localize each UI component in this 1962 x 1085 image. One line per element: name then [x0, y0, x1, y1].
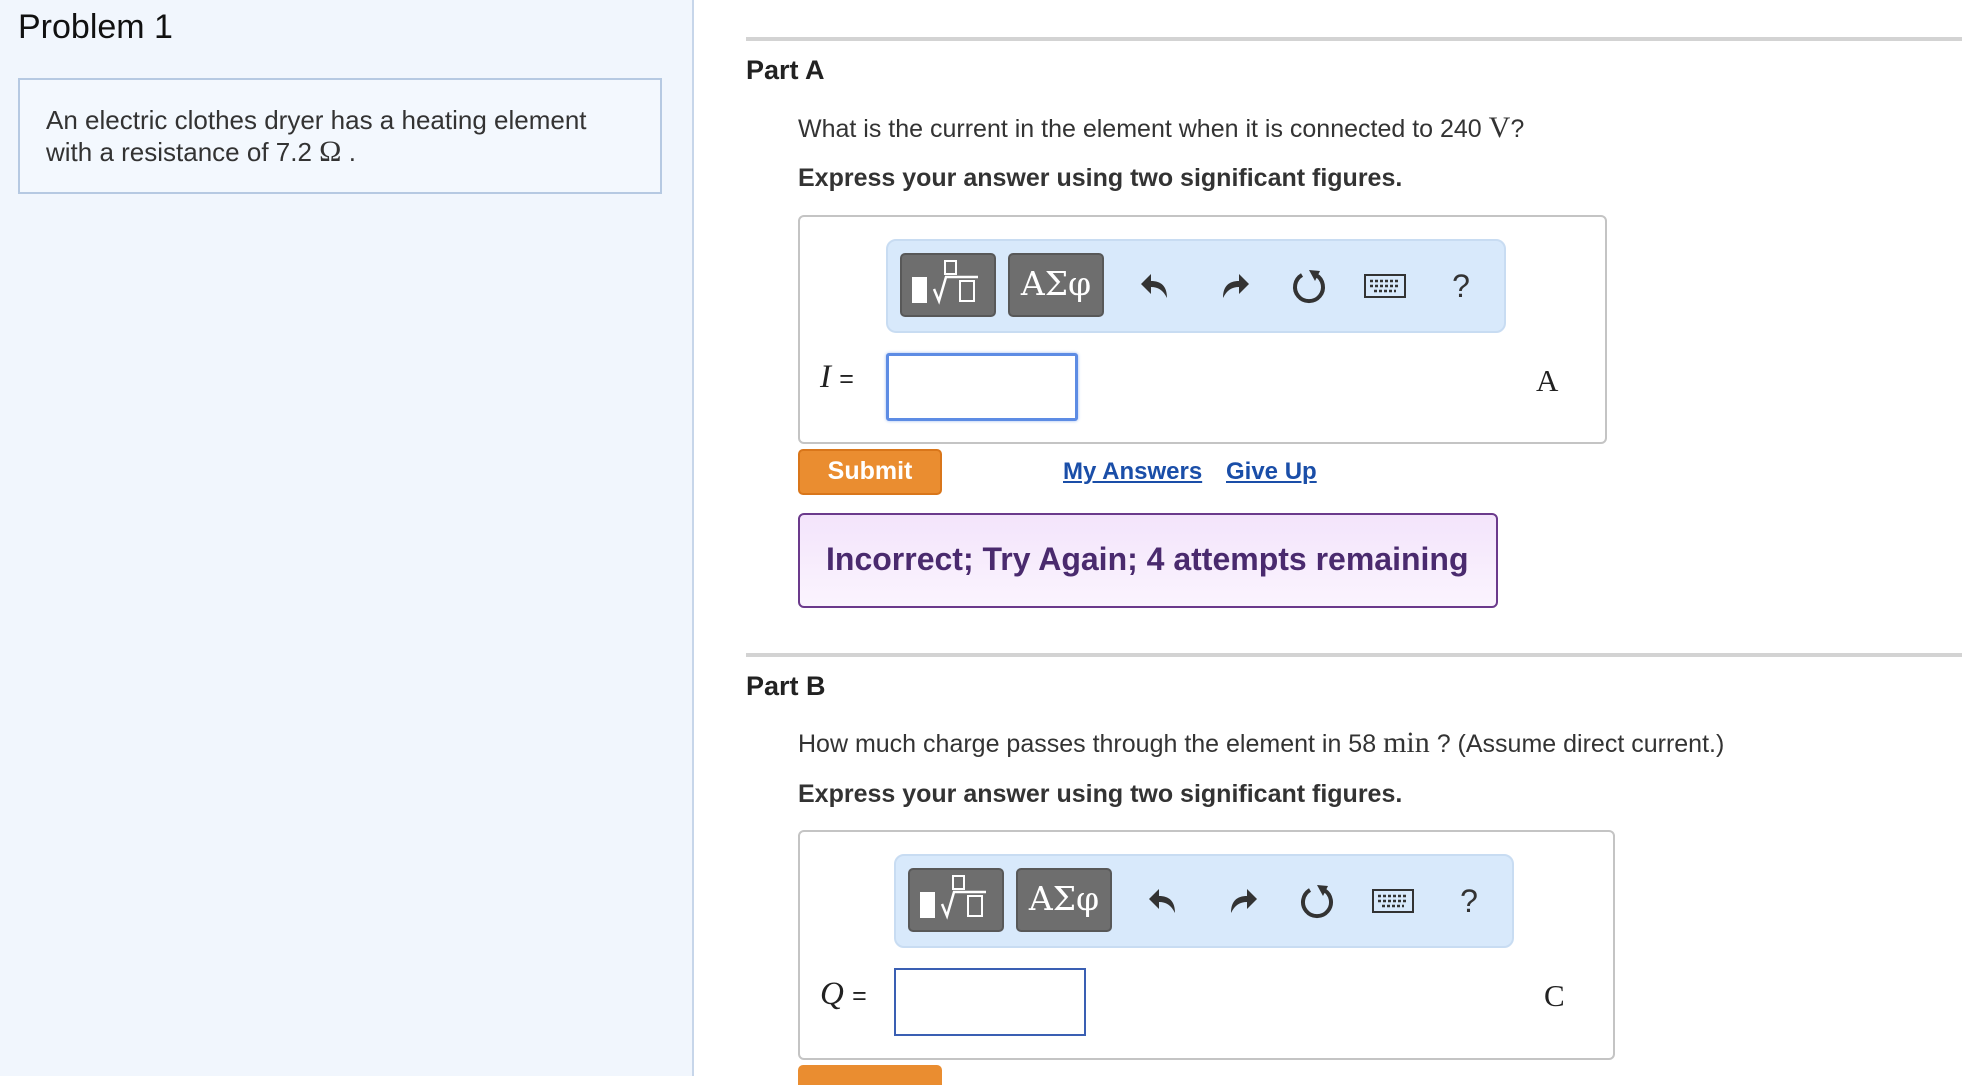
- part-b-unit: C: [1544, 978, 1565, 1013]
- keyboard-icon[interactable]: [1368, 876, 1418, 926]
- fraction-root-icon: [920, 875, 986, 920]
- problem-panel: Problem 1 An electric clothes dryer has …: [0, 0, 694, 1076]
- submit-button[interactable]: Submit: [798, 449, 942, 495]
- part-a-answer-box: ΑΣφ ? I = A: [798, 215, 1607, 444]
- part-a-answer-input[interactable]: [886, 353, 1078, 421]
- part-a-divider: [746, 37, 1962, 41]
- part-b-answer-input[interactable]: [894, 968, 1086, 1036]
- templates-button[interactable]: [908, 868, 1004, 932]
- part-b-answer-box: ΑΣφ ? Q = C: [798, 830, 1615, 1060]
- part-b-equals: =: [852, 982, 867, 1010]
- redo-icon[interactable]: [1208, 261, 1258, 311]
- problem-statement: An electric clothes dryer has a heating …: [18, 78, 662, 194]
- part-a-question-suffix: ?: [1510, 115, 1525, 143]
- reset-icon[interactable]: [1284, 261, 1334, 311]
- part-b-question-unit: min: [1383, 726, 1430, 759]
- part-b-question-suffix: ? (Assume direct current.): [1436, 730, 1725, 758]
- part-b-variable: Q: [820, 976, 844, 1012]
- help-button[interactable]: ?: [1444, 876, 1494, 926]
- part-a-variable: I: [820, 359, 831, 395]
- undo-icon[interactable]: [1140, 876, 1190, 926]
- part-b-title: Part B: [746, 671, 826, 701]
- part-b-question-text: How much charge passes through the eleme…: [798, 730, 1377, 758]
- part-b-math-toolbar: ΑΣφ ?: [894, 854, 1514, 948]
- help-button[interactable]: ?: [1436, 261, 1486, 311]
- resistance-unit: Ω: [319, 135, 342, 168]
- part-b-divider: [746, 653, 1962, 657]
- part-b-question: How much charge passes through the eleme…: [798, 726, 1724, 760]
- greek-symbols-button[interactable]: ΑΣφ: [1008, 253, 1104, 317]
- part-a-question: What is the current in the element when …: [798, 111, 1524, 145]
- reset-icon[interactable]: [1292, 876, 1342, 926]
- part-a-question-unit: V: [1488, 111, 1511, 144]
- give-up-link[interactable]: Give Up: [1226, 458, 1317, 486]
- part-a-question-text: What is the current in the element when …: [798, 115, 1482, 143]
- keyboard-icon[interactable]: [1360, 261, 1410, 311]
- greek-symbols-button[interactable]: ΑΣφ: [1016, 868, 1112, 932]
- problem-text: An electric clothes dryer has a heating …: [46, 105, 587, 167]
- problem-end-punct: .: [348, 137, 356, 167]
- redo-icon[interactable]: [1216, 876, 1266, 926]
- fraction-root-icon: [912, 260, 978, 305]
- part-a-math-toolbar: ΑΣφ ?: [886, 239, 1506, 333]
- part-a-title: Part A: [746, 55, 825, 85]
- part-b-variable-label: Q =: [820, 976, 867, 1013]
- part-a-unit: A: [1536, 363, 1559, 398]
- feedback-message: Incorrect; Try Again; 4 attempts remaini…: [798, 513, 1498, 608]
- templates-button[interactable]: [900, 253, 996, 317]
- part-b-submit-button[interactable]: [798, 1065, 942, 1085]
- part-a-variable-label: I =: [820, 359, 854, 396]
- my-answers-link[interactable]: My Answers: [1063, 458, 1202, 486]
- undo-icon[interactable]: [1132, 261, 1182, 311]
- part-a-instruction: Express your answer using two significan…: [798, 164, 1403, 192]
- problem-title: Problem 1: [18, 8, 173, 46]
- part-a-equals: =: [839, 365, 854, 393]
- part-b-instruction: Express your answer using two significan…: [798, 780, 1403, 808]
